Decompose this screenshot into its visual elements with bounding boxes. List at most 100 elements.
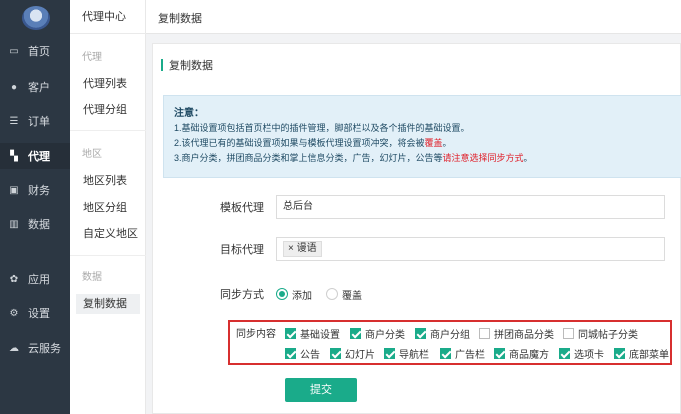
target-agent-input[interactable]: × 谩语 <box>276 237 665 261</box>
checkbox-checked-icon <box>440 348 451 359</box>
checkbox-label: 选项卡 <box>574 350 604 361</box>
subnav-item-agent-list[interactable]: 代理列表 <box>76 74 140 94</box>
nav-item-label: 首页 <box>28 46 50 58</box>
checkbox-checked-icon <box>330 348 341 359</box>
target-agent-label: 目标代理 <box>220 244 264 256</box>
notice-highlight: 请注意选择同步方式 <box>442 153 524 163</box>
nav-item-label: 数据 <box>28 219 50 231</box>
map-icon: ▚ <box>10 150 18 162</box>
notice-box: 注意： 1.基础设置项包括首页栏中的插件管理，脚部栏以及各个插件的基础设置。 2… <box>163 95 681 178</box>
notice-text: 3.商户分类，拼团商品分类和掌上信息分类，广告，幻灯片，公告等 <box>174 153 443 163</box>
notice-text: 。 <box>523 153 533 163</box>
checkbox-merchant-group[interactable]: 商户分组 <box>415 326 470 341</box>
checkbox-label: 商户分类 <box>365 330 405 341</box>
nav-item-cloud[interactable]: ☁ 云服务 <box>0 335 70 361</box>
checkbox-tabs[interactable]: 选项卡 <box>559 346 604 361</box>
main-sidebar: ▭ 首页 ● 客户 ☰ 订单 ▚ 代理 ▣ 财务 ▥ 数据 ✿ 应用 ⚙ 设置 … <box>0 0 70 414</box>
checkbox-merchant-category[interactable]: 商户分类 <box>350 326 405 341</box>
section-accent-bar <box>161 59 163 71</box>
checkbox-checked-icon <box>415 328 426 339</box>
user-icon: ● <box>10 81 18 93</box>
notice-line-3: 3.商户分类，拼团商品分类和掌上信息分类，广告，幻灯片，公告等请注意选择同步方式… <box>174 151 671 166</box>
nav-item-apps[interactable]: ✿ 应用 <box>0 266 70 292</box>
checkbox-unchecked-icon <box>563 328 574 339</box>
checkbox-announcement[interactable]: 公告 <box>285 346 320 361</box>
subnav-group-data: 数据 <box>82 272 102 283</box>
checkbox-label: 商品魔方 <box>509 350 549 361</box>
notice-title: 注意： <box>174 108 204 119</box>
checkbox-group-buy-category[interactable]: 拼团商品分类 <box>479 326 554 341</box>
subnav-group-region: 地区 <box>82 149 102 160</box>
notice-line-2: 2.该代理已有的基础设置项如果与模板代理设置项冲突，将会被覆盖。 <box>174 136 671 151</box>
monitor-icon: ▭ <box>9 45 19 57</box>
subnav-group-agent: 代理 <box>82 52 102 63</box>
sub-sidebar: 代理中心 代理 代理列表 代理分组 地区 地区列表 地区分组 自定义地区 数据 … <box>70 0 146 414</box>
checkbox-checked-icon <box>285 348 296 359</box>
checkbox-nav-bar[interactable]: 导航栏 <box>384 346 429 361</box>
checkbox-checked-icon <box>285 328 296 339</box>
target-agent-tag[interactable]: × 谩语 <box>283 241 322 257</box>
subnav-item-copy-data[interactable]: 复制数据 <box>76 294 140 314</box>
radio-label: 覆盖 <box>342 290 362 302</box>
checkbox-bottom-menu[interactable]: 底部菜单 <box>614 346 669 361</box>
radio-label: 添加 <box>292 290 312 302</box>
subnav-item-custom-region[interactable]: 自定义地区 <box>76 224 140 244</box>
divider <box>70 255 146 256</box>
checkbox-label: 导航栏 <box>399 350 429 361</box>
nav-item-label: 设置 <box>28 308 50 320</box>
nav-item-label: 客户 <box>28 82 50 94</box>
submit-button[interactable]: 提交 <box>285 378 357 402</box>
checkbox-label: 基础设置 <box>300 330 340 341</box>
template-agent-select[interactable]: 总后台 <box>276 195 665 219</box>
checkbox-unchecked-icon <box>479 328 490 339</box>
template-agent-label: 模板代理 <box>220 202 264 214</box>
nav-item-agent[interactable]: ▚ 代理 <box>0 143 70 169</box>
nav-item-label: 应用 <box>28 274 50 286</box>
nav-item-finance[interactable]: ▣ 财务 <box>0 177 70 203</box>
section-title: 复制数据 <box>169 60 213 72</box>
checkbox-city-post-category[interactable]: 同城帖子分类 <box>563 326 638 341</box>
notice-text: 2.该代理已有的基础设置项如果与模板代理设置项冲突，将会被 <box>174 138 425 148</box>
checkbox-checked-icon <box>384 348 395 359</box>
divider <box>70 130 146 131</box>
gear-icon: ⚙ <box>9 307 19 319</box>
sync-method-overwrite-radio[interactable]: 覆盖 <box>326 287 362 302</box>
apps-icon: ✿ <box>9 273 19 285</box>
checkbox-label: 底部菜单 <box>629 350 669 361</box>
checkbox-ad-bar[interactable]: 广告栏 <box>440 346 485 361</box>
nav-item-settings[interactable]: ⚙ 设置 <box>0 300 70 326</box>
nav-item-label: 代理 <box>28 151 50 163</box>
checkbox-label: 广告栏 <box>455 350 485 361</box>
notice-highlight: 覆盖 <box>424 138 443 148</box>
nav-item-label: 财务 <box>28 185 50 197</box>
checkbox-label: 拼团商品分类 <box>494 330 554 341</box>
notice-text: 。 <box>442 138 452 148</box>
logo-icon <box>22 6 50 30</box>
subnav-item-region-group[interactable]: 地区分组 <box>76 198 140 218</box>
list-icon: ☰ <box>9 115 19 127</box>
money-icon: ▣ <box>9 184 19 196</box>
section-header: 复制数据 <box>161 54 676 76</box>
template-agent-row: 模板代理 总后台 <box>152 195 665 219</box>
subnav-item-region-list[interactable]: 地区列表 <box>76 171 140 191</box>
checkbox-label: 同城帖子分类 <box>578 330 638 341</box>
checkbox-basic-settings[interactable]: 基础设置 <box>285 326 340 341</box>
sync-method-add-radio[interactable]: 添加 <box>276 287 312 302</box>
checkbox-label: 公告 <box>300 350 320 361</box>
nav-item-orders[interactable]: ☰ 订单 <box>0 108 70 134</box>
nav-item-data[interactable]: ▥ 数据 <box>0 211 70 237</box>
checkbox-checked-icon <box>350 328 361 339</box>
radio-unchecked-icon <box>326 288 338 300</box>
checkbox-product-cube[interactable]: 商品魔方 <box>494 346 549 361</box>
checkbox-checked-icon <box>614 348 625 359</box>
nav-item-home[interactable]: ▭ 首页 <box>0 38 70 64</box>
checkbox-checked-icon <box>559 348 570 359</box>
page-title: 复制数据 <box>158 13 202 25</box>
checkbox-slideshow[interactable]: 幻灯片 <box>330 346 375 361</box>
sync-method-row: 同步方式 添加 覆盖 <box>152 286 376 302</box>
subnav-item-agent-group[interactable]: 代理分组 <box>76 100 140 120</box>
nav-item-customer[interactable]: ● 客户 <box>0 74 70 100</box>
sync-content-label: 同步内容 <box>236 329 276 340</box>
page-header: 复制数据 <box>146 0 681 34</box>
nav-item-label: 订单 <box>28 116 50 128</box>
